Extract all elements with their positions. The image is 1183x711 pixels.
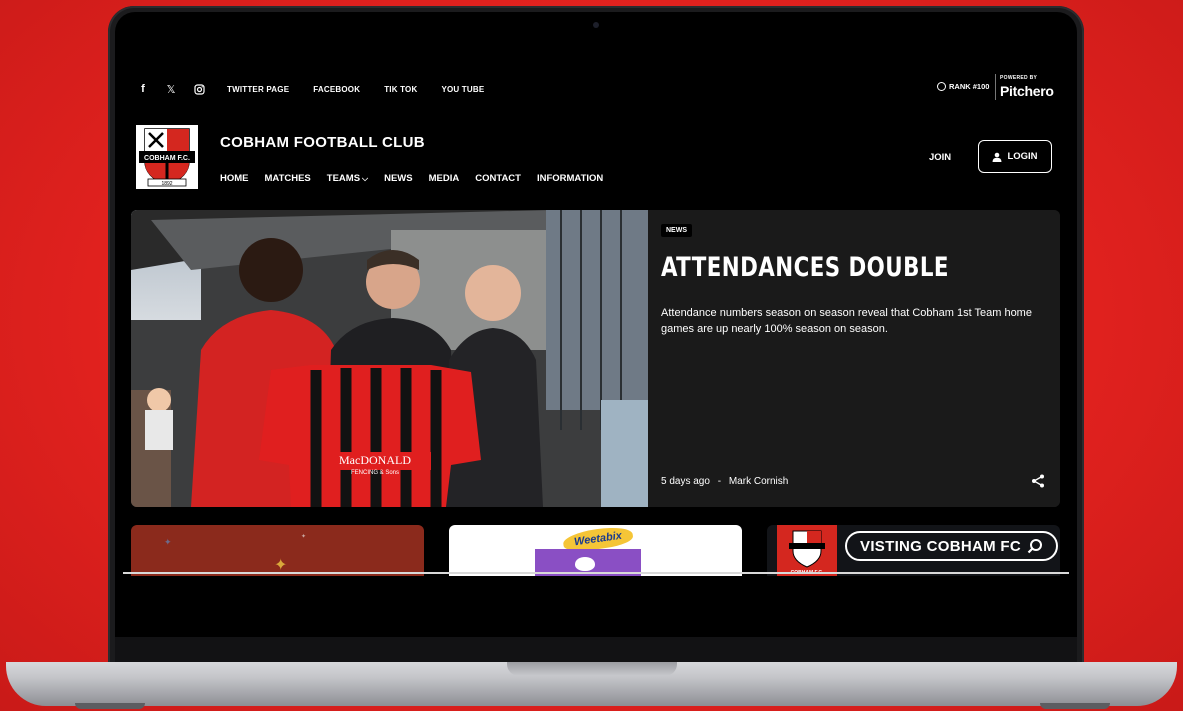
x-icon[interactable]: 𝕏 <box>165 83 177 96</box>
news-card-2[interactable]: Weetabix <box>449 525 742 576</box>
featured-article[interactable]: MacDONALD FENCING & Sons NEWS ATTENDANCE… <box>131 210 1060 507</box>
shirt-sponsor-sub: FENCING & Sons <box>351 470 399 476</box>
bezel-bottom <box>115 637 1077 664</box>
laptop-foot <box>75 703 145 709</box>
youtube-link[interactable]: YOU TUBE <box>441 85 484 94</box>
rank-badge[interactable]: RANK #100 <box>937 82 989 91</box>
article-panel: NEWS ATTENDANCES DOUBLE Attendance numbe… <box>648 210 1060 507</box>
twitter-page-link[interactable]: TWITTER PAGE <box>227 85 289 94</box>
laptop-open-notch <box>507 662 677 676</box>
article-headline[interactable]: ATTENDANCES DOUBLE <box>661 252 949 283</box>
paw-icon <box>575 557 595 571</box>
visiting-label: VISTING COBHAM FC <box>860 537 1021 555</box>
sparkle-icon: ✦ <box>164 537 172 547</box>
tiktok-link[interactable]: TIK TOK <box>384 85 417 94</box>
facebook-icon[interactable]: f <box>137 83 149 95</box>
camera-icon <box>593 22 599 28</box>
share-icon[interactable] <box>1031 474 1045 493</box>
nav-contact[interactable]: CONTACT <box>475 173 521 184</box>
instagram-icon[interactable] <box>193 83 205 95</box>
search-icon <box>1027 539 1042 554</box>
weetabix-label: Weetabix <box>573 529 623 549</box>
club-crest-small: COBHAM F.C. <box>777 525 837 576</box>
nav-home[interactable]: HOME <box>220 173 249 184</box>
club-crest[interactable]: COBHAM F.C. 1892 <box>136 125 198 189</box>
news-tag[interactable]: NEWS <box>661 224 692 237</box>
website-screen: f 𝕏 TWITTER PAGE FACEBOOK TIK TOK YOU TU… <box>123 36 1069 576</box>
facebook-link[interactable]: FACEBOOK <box>313 85 360 94</box>
social-bar: f 𝕏 TWITTER PAGE FACEBOOK TIK TOK YOU TU… <box>137 82 508 96</box>
brand-divider <box>995 74 996 100</box>
nav-news[interactable]: NEWS <box>384 173 413 184</box>
screen-edge-line <box>123 572 1069 574</box>
article-summary: Attendance numbers season on season reve… <box>661 307 1032 335</box>
login-button[interactable]: LOGIN <box>978 140 1052 173</box>
nav-information[interactable]: INFORMATION <box>537 173 603 184</box>
news-card-1[interactable]: ✦ ✦ ✦ <box>131 525 424 576</box>
screen-bottom <box>115 576 1077 638</box>
crest-year: 1892 <box>161 181 172 187</box>
nav-matches[interactable]: MATCHES <box>265 173 311 184</box>
main-nav: HOME MATCHES TEAMS ⌵ NEWS MEDIA CONTACT I… <box>220 173 619 184</box>
login-label: LOGIN <box>1007 151 1038 162</box>
medal-icon <box>937 82 946 91</box>
chevron-down-icon: ⌵ <box>362 173 369 183</box>
nav-teams-label: TEAMS <box>326 173 361 184</box>
nav-teams[interactable]: TEAMS ⌵ <box>327 173 368 184</box>
shirt-sponsor: MacDONALD <box>339 453 411 467</box>
rank-label: RANK #100 <box>949 82 990 91</box>
article-meta: 5 days ago - Mark Cornish <box>661 476 788 487</box>
sparkle-icon: ✦ <box>301 534 307 540</box>
powered-by-label: POWERED BY <box>1000 75 1038 81</box>
nav-media[interactable]: MEDIA <box>429 173 460 184</box>
meta-separator: - <box>717 476 722 487</box>
article-photo[interactable]: MacDONALD FENCING & Sons <box>131 210 648 507</box>
news-card-3[interactable]: COBHAM F.C. VISTING COBHAM FC <box>767 525 1060 576</box>
crest-text: COBHAM F.C. <box>144 155 190 162</box>
article-time: 5 days ago <box>661 476 710 487</box>
user-icon <box>992 152 1002 162</box>
join-link[interactable]: JOIN <box>929 152 951 163</box>
visiting-cobham-button[interactable]: VISTING COBHAM FC <box>845 531 1058 561</box>
club-name[interactable]: COBHAM FOOTBALL CLUB <box>220 134 425 151</box>
camera-notch <box>547 16 647 36</box>
pitchero-logo[interactable]: Pitchero <box>1000 83 1054 99</box>
laptop-foot <box>1040 703 1110 709</box>
article-author: Mark Cornish <box>728 476 789 487</box>
